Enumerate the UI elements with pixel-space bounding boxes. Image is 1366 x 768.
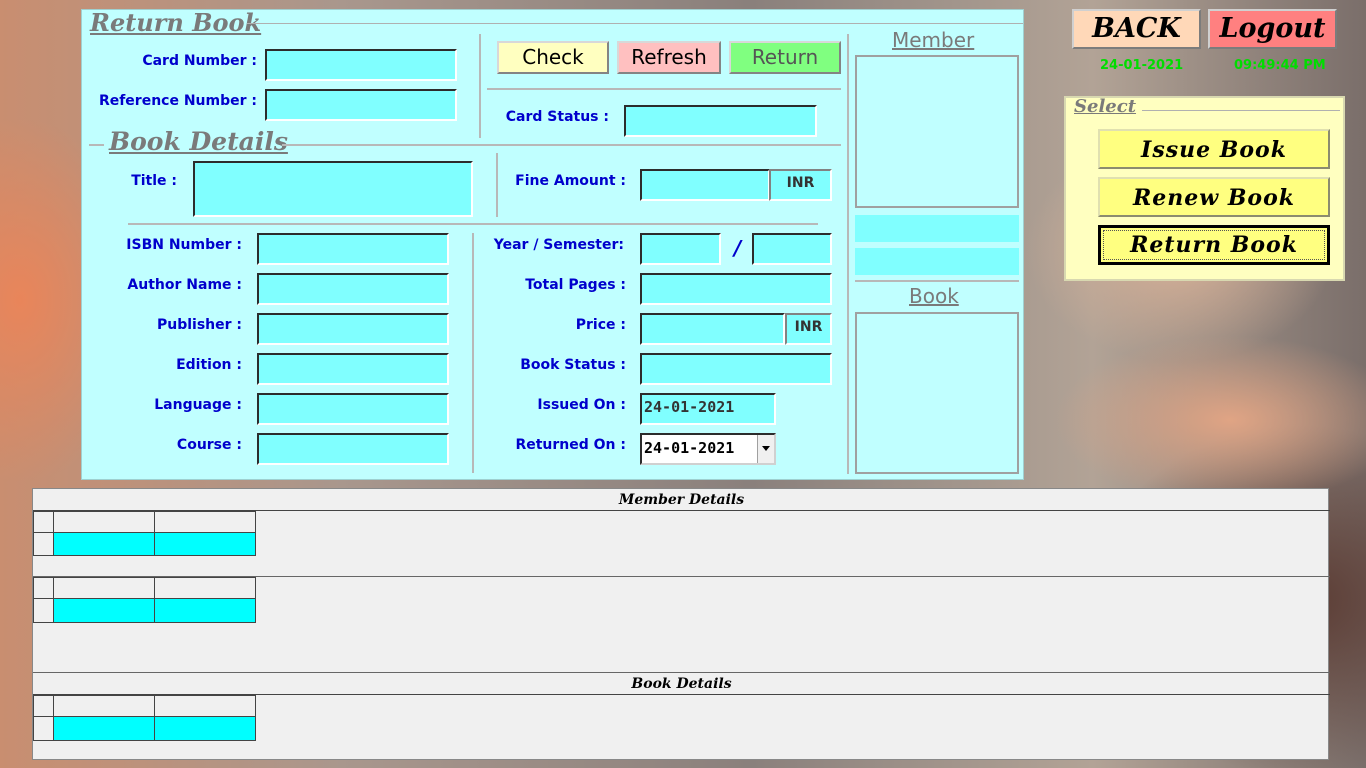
edition-label: Edition : bbox=[176, 357, 242, 373]
reference-number-label: Reference Number : bbox=[98, 93, 257, 109]
book-details-heading: Book Details bbox=[109, 127, 288, 156]
grid-cell[interactable] bbox=[154, 532, 256, 556]
return-button[interactable]: Return bbox=[729, 41, 841, 74]
title-input[interactable] bbox=[193, 161, 473, 217]
fine-currency-label: INR bbox=[769, 169, 832, 201]
back-button[interactable]: BACK bbox=[1072, 9, 1201, 49]
issued-on-input[interactable]: 24-01-2021 bbox=[640, 393, 776, 425]
divider bbox=[247, 23, 1023, 24]
grid-column-header[interactable] bbox=[154, 577, 256, 599]
member-photo-title: Member bbox=[892, 28, 975, 52]
card-number-label: Card Number : bbox=[142, 53, 257, 69]
total-pages-label: Total Pages : bbox=[525, 277, 626, 293]
edition-input[interactable] bbox=[257, 353, 449, 385]
title-label: Title : bbox=[131, 173, 177, 189]
price-currency-label: INR bbox=[785, 313, 832, 345]
grid-cell[interactable] bbox=[53, 598, 155, 623]
grid-column-header[interactable] bbox=[154, 695, 256, 717]
price-label: Price : bbox=[575, 317, 626, 333]
card-number-input[interactable] bbox=[265, 49, 457, 81]
grid-row-header[interactable] bbox=[33, 598, 54, 623]
returned-on-value: 24-01-2021 bbox=[644, 439, 735, 457]
card-status-input[interactable] bbox=[624, 105, 817, 137]
select-panel: Select Issue Book Renew Book Return Book bbox=[1064, 96, 1345, 281]
return-book-panel: Return Book Card Number : Reference Numb… bbox=[81, 8, 1024, 480]
isbn-input[interactable] bbox=[257, 233, 449, 265]
member-info-field bbox=[855, 248, 1019, 275]
price-input[interactable] bbox=[640, 313, 785, 345]
reference-number-input[interactable] bbox=[265, 89, 457, 121]
return-book-button[interactable]: Return Book bbox=[1098, 225, 1330, 265]
grid-row-header[interactable] bbox=[33, 577, 54, 599]
grid-column-header[interactable] bbox=[154, 511, 256, 533]
semester-input[interactable] bbox=[752, 233, 832, 265]
book-photo-box bbox=[855, 312, 1019, 474]
author-label: Author Name : bbox=[127, 277, 242, 293]
refresh-button[interactable]: Refresh bbox=[617, 41, 721, 74]
divider bbox=[855, 280, 1019, 282]
member-info-field bbox=[855, 215, 1019, 242]
returned-on-datepicker[interactable]: 24-01-2021 bbox=[640, 433, 776, 465]
renew-book-button[interactable]: Renew Book bbox=[1098, 177, 1330, 217]
year-input[interactable] bbox=[640, 233, 721, 265]
grid-column-header[interactable] bbox=[53, 695, 155, 717]
publisher-label: Publisher : bbox=[156, 317, 242, 333]
logout-button[interactable]: Logout bbox=[1208, 9, 1337, 49]
check-button[interactable]: Check bbox=[497, 41, 609, 74]
book-status-input[interactable] bbox=[640, 353, 832, 385]
card-status-label: Card Status : bbox=[505, 109, 609, 125]
total-pages-input[interactable] bbox=[640, 273, 832, 305]
issue-book-button[interactable]: Issue Book bbox=[1098, 129, 1330, 169]
fine-amount-label: Fine Amount : bbox=[515, 173, 626, 189]
language-label: Language : bbox=[154, 397, 242, 413]
issued-on-label: Issued On : bbox=[537, 397, 626, 413]
fine-amount-input[interactable] bbox=[640, 169, 770, 201]
grid-cell[interactable] bbox=[53, 532, 155, 556]
divider bbox=[487, 88, 841, 90]
member-photo-box bbox=[855, 55, 1019, 208]
divider bbox=[472, 233, 474, 473]
grid-cell[interactable] bbox=[154, 598, 256, 623]
grid-row-header[interactable] bbox=[33, 695, 54, 717]
grid-cell[interactable] bbox=[154, 716, 256, 741]
language-input[interactable] bbox=[257, 393, 449, 425]
book-details-caption: Book Details bbox=[631, 676, 732, 692]
grid-column-header[interactable] bbox=[53, 511, 155, 533]
divider bbox=[89, 144, 104, 146]
details-grid-area: Member Details Book Details bbox=[32, 488, 1330, 760]
grid-column-header[interactable] bbox=[53, 577, 155, 599]
divider bbox=[33, 672, 1330, 673]
year-semester-separator: / bbox=[734, 236, 742, 260]
member-details-caption: Member Details bbox=[618, 492, 745, 508]
current-date: 24-01-2021 bbox=[1100, 58, 1184, 73]
author-input[interactable] bbox=[257, 273, 449, 305]
year-semester-label: Year / Semester: bbox=[493, 237, 624, 253]
isbn-label: ISBN Number : bbox=[126, 237, 242, 253]
course-input[interactable] bbox=[257, 433, 449, 465]
publisher-input[interactable] bbox=[257, 313, 449, 345]
book-status-label: Book Status : bbox=[520, 357, 626, 373]
chevron-down-icon bbox=[762, 446, 770, 451]
grid-row-header[interactable] bbox=[33, 511, 54, 533]
divider bbox=[479, 34, 481, 138]
divider bbox=[847, 34, 849, 474]
grid-cell[interactable] bbox=[53, 716, 155, 741]
current-time: 09:49:44 PM bbox=[1234, 58, 1326, 73]
divider bbox=[496, 153, 498, 217]
panel-title: Return Book bbox=[90, 8, 262, 37]
divider bbox=[282, 144, 841, 146]
grid-row-header[interactable] bbox=[33, 532, 54, 556]
returned-on-label: Returned On : bbox=[515, 437, 626, 453]
course-label: Course : bbox=[176, 437, 242, 453]
book-photo-title: Book bbox=[909, 284, 959, 308]
select-title: Select bbox=[1074, 96, 1137, 117]
dropdown-button[interactable] bbox=[757, 435, 774, 463]
divider bbox=[1142, 110, 1340, 111]
grid-row-header[interactable] bbox=[33, 716, 54, 741]
divider bbox=[128, 223, 818, 225]
